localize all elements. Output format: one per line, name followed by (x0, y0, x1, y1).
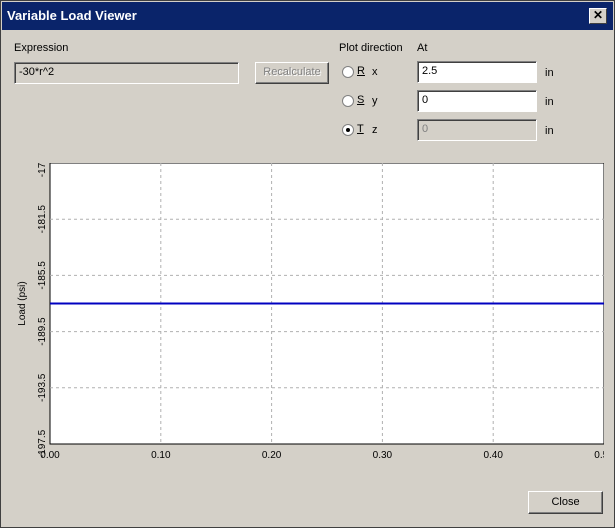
title-bar[interactable]: Variable Load Viewer ✕ (2, 2, 613, 30)
y-tick-label: -185.5 (37, 261, 48, 290)
x-tick-label: 0.30 (373, 450, 393, 461)
at-x-input[interactable]: 2.5 (417, 61, 537, 83)
close-window-icon[interactable]: ✕ (589, 8, 607, 24)
x-tick-label: 0.10 (151, 450, 171, 461)
y-tick-label: -189.5 (37, 317, 48, 346)
expression-label: Expression (14, 42, 69, 54)
window-title: Variable Load Viewer (7, 8, 137, 23)
radio-s-axis: y (372, 95, 378, 107)
y-axis-label: Load (psi) (17, 281, 28, 325)
radio-t-axis: z (372, 124, 378, 136)
at-y-unit: in (545, 96, 554, 108)
y-tick-label: -181.5 (37, 205, 48, 234)
close-button-label: Close (551, 496, 580, 508)
x-tick-label: 0.50 (594, 450, 604, 461)
y-tick-label: -197.5 (37, 429, 48, 458)
recalculate-button[interactable]: Recalculate (255, 62, 329, 84)
recalculate-label: Recalculate (263, 66, 321, 78)
radio-t-circle[interactable] (342, 124, 354, 136)
close-button[interactable]: Close (528, 491, 603, 514)
y-tick-label: -177.5 (37, 163, 48, 177)
dialog-window: Variable Load Viewer ✕ Expression -30*r^… (0, 0, 615, 528)
plot-direction-label: Plot direction (339, 42, 403, 54)
expression-field[interactable]: -30*r^2 (14, 62, 239, 84)
x-tick-label: 0.20 (262, 450, 282, 461)
load-chart-svg: 0.000.100.200.300.400.50-177.5-181.5-185… (17, 148, 614, 475)
radio-r-circle[interactable] (342, 66, 354, 78)
radio-s-circle[interactable] (342, 95, 354, 107)
radio-r-letter: R (357, 65, 365, 77)
radio-t-letter: T (357, 123, 364, 135)
radio-r-axis: x (372, 66, 378, 78)
at-y-input[interactable]: 0 (417, 90, 537, 112)
y-tick-label: -193.5 (37, 373, 48, 402)
at-z-unit: in (545, 125, 554, 137)
at-z-input[interactable]: 0 (417, 119, 537, 141)
radio-s-letter: S (357, 94, 365, 106)
at-x-unit: in (545, 67, 554, 79)
x-tick-label: 0.40 (483, 450, 503, 461)
load-chart: 0.000.100.200.300.400.50-177.5-181.5-185… (16, 148, 614, 475)
at-label: At (417, 42, 428, 54)
